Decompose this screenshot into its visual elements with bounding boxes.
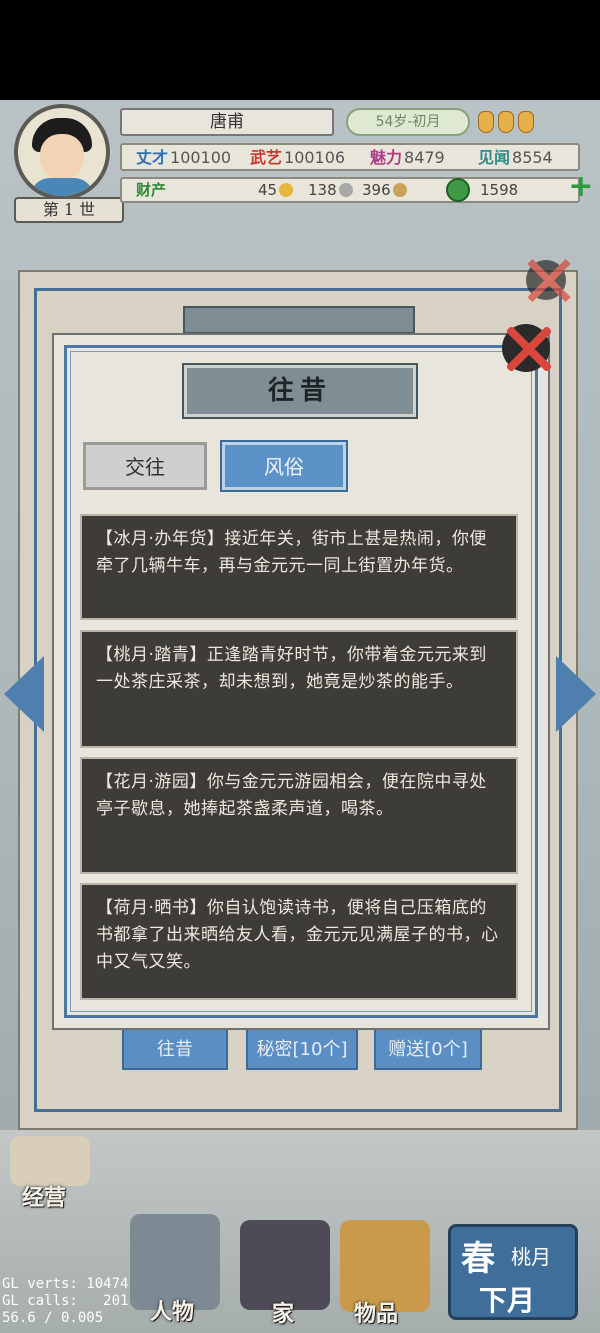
generation-label: 第 1 世 [14,197,124,223]
business-icon [10,1136,90,1186]
stat-martial: 武艺 100106 [250,148,346,167]
event-entry: 【桃月·踏青】正逢踏青好时节，你带着金元元来到一处茶庄采茶，却未想到，她竟是炒茶… [80,630,518,748]
add-currency-button[interactable]: + [566,172,596,202]
prev-page-arrow-icon[interactable] [4,656,44,732]
tab-customs[interactable]: 风俗 [220,440,348,492]
status-bar-area [0,0,600,100]
tab-past[interactable]: 往昔 [122,1028,228,1070]
stat-knowledge: 见闻 8554 [478,148,553,167]
background-close-icon [522,256,572,306]
debug-overlay: GL verts: 10474 GL calls: 201 56.6 / 0.005 [2,1276,129,1326]
character-avatar[interactable] [14,104,110,200]
age-label: 54岁-初月 [346,108,470,136]
nav-items[interactable]: 物品 [354,1296,398,1328]
event-entry: 【荷月·晒书】你自认饱读诗书，便将自己压箱底的书都拿了出来晒给友人看，金元元见满… [80,883,518,1000]
month-label: 桃月 [511,1245,551,1269]
nav-characters[interactable]: 人物 [150,1294,194,1326]
assets-label: 财产 [136,181,167,199]
tab-interactions[interactable]: 交往 [83,442,207,490]
event-entry: 【花月·游园】你与金元元游园相会，便在院中寻处亭子歇息，她捧起茶盏柔声道，喝茶。 [80,757,518,874]
jade-icon [446,178,470,202]
modal-title: 往昔 [182,363,418,419]
lantern-icon [478,111,494,133]
stat-literacy: 丈才 100100 [136,148,232,167]
nav-business[interactable]: 经营 [22,1180,66,1212]
lantern-icon [498,111,514,133]
copper-count: 396 [362,180,407,200]
next-page-arrow-icon[interactable] [556,656,596,732]
gold-icon [279,183,294,197]
silver-icon [338,183,353,197]
lantern-icon [518,111,534,133]
jade-count: 1598 [480,181,519,199]
stat-charm: 魅力 8479 [370,148,445,167]
gold-count: 45 [258,180,294,200]
assets-row: 财产 45 138 396 1598 [120,177,580,203]
tab-gifts[interactable]: 赠送[0个] [374,1028,482,1070]
next-month-button[interactable]: 春 桃月 下月 [448,1224,578,1320]
nav-family[interactable]: 家 [272,1296,294,1328]
event-entry: 【冰月·办年货】接近年关，街市上甚是热闹，你便牵了几辆牛车，再与金元元一同上街置… [80,514,518,620]
character-name: 唐甫 [120,108,334,136]
background-panel-title [183,306,415,334]
close-icon[interactable] [498,320,556,378]
season-label: 春 [461,1239,495,1279]
next-month-label: 下月 [479,1284,536,1317]
stats-row: 丈才 100100 武艺 100106 魅力 8479 见闻 8554 [120,143,580,171]
silver-count: 138 [308,180,353,200]
tab-secrets[interactable]: 秘密[10个] [246,1028,358,1070]
coin-icon [392,183,407,197]
